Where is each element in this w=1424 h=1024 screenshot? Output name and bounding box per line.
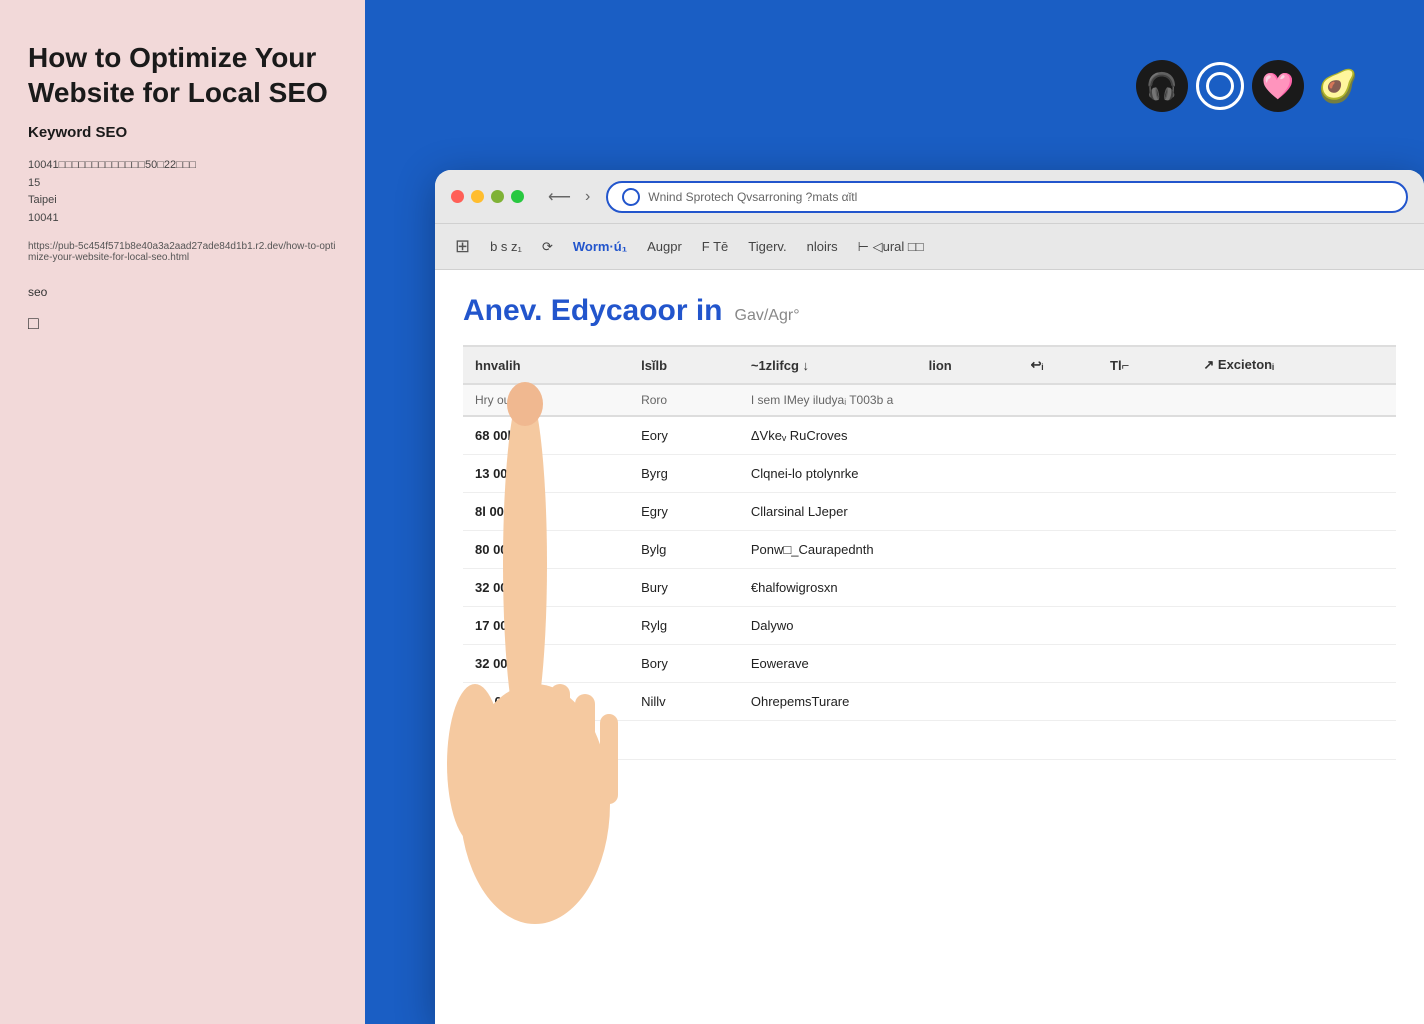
table-row: 32 00k• Bury €halfowigrosxn bbox=[463, 569, 1396, 607]
row-num: S0 00k• bbox=[463, 683, 629, 721]
row-c2: Dalywo bbox=[739, 607, 1396, 645]
row-c2: ΔVkeᵥ RuCroves bbox=[739, 416, 1396, 455]
back-button[interactable]: ⟵ bbox=[544, 185, 575, 209]
row-c1: Egry bbox=[629, 493, 739, 531]
row-num: 13 00k→ bbox=[463, 455, 629, 493]
browser-window: ⟵ › Wnind Sprotech Qvsarroning ?mats αǐt… bbox=[435, 170, 1424, 1024]
circle-icon bbox=[1196, 62, 1244, 110]
headphone-icon: 🎧 bbox=[1136, 60, 1188, 112]
top-icons: 🎧 🩷 🥑 bbox=[1136, 60, 1364, 112]
avocado-icon: 🥑 bbox=[1312, 60, 1364, 112]
row-c1 bbox=[629, 721, 739, 760]
table-row: 80 00k• Bylg Ponw□_Caurapednth bbox=[463, 531, 1396, 569]
tab-augpr[interactable]: Augpr bbox=[647, 235, 682, 258]
table-row: 8ⱻ 00k• bbox=[463, 721, 1396, 760]
nav-buttons: ⟵ › bbox=[544, 185, 594, 209]
tab-home[interactable]: ⊞ bbox=[455, 232, 470, 261]
table-row: 68 00k• Eory ΔVkeᵥ RuCroves bbox=[463, 416, 1396, 455]
row-c1: Bory bbox=[629, 645, 739, 683]
table-row: 17 004• Rylg Dalywo bbox=[463, 607, 1396, 645]
table-header-row: hnvalih lsǐlb ~1zlifcg ↓ lion ↩ᵢ Tl⌐ ↗ E… bbox=[463, 346, 1396, 384]
col-header-1: hnvalih bbox=[463, 346, 629, 384]
row-c1: Byrg bbox=[629, 455, 739, 493]
row-num: 68 00k• bbox=[463, 416, 629, 455]
tab-refresh[interactable]: ⟳ bbox=[542, 235, 553, 259]
col-header-4: lion bbox=[917, 346, 1019, 384]
row-c1: Bylg bbox=[629, 531, 739, 569]
green-button[interactable] bbox=[511, 190, 524, 203]
browser-icon bbox=[622, 188, 640, 206]
row-c1: Rylg bbox=[629, 607, 739, 645]
close-button[interactable] bbox=[451, 190, 464, 203]
tab-worm[interactable]: Worm·ú₁ bbox=[573, 235, 627, 258]
row-num: 32 00k• bbox=[463, 645, 629, 683]
col-header-3: ~1zlifcg ↓ bbox=[739, 346, 917, 384]
page-title: How to Optimize Your Website for Local S… bbox=[28, 40, 337, 110]
sidebar-icon: □ bbox=[28, 313, 337, 334]
row-c2: OhrepemsTurare bbox=[739, 683, 1396, 721]
address-bar[interactable]: Wnind Sprotech Qvsarroning ?mats αǐtl bbox=[606, 181, 1408, 213]
data-table: hnvalih lsǐlb ~1zlifcg ↓ lion ↩ᵢ Tl⌐ ↗ E… bbox=[463, 345, 1396, 760]
row-c2: €halfowigrosxn bbox=[739, 569, 1396, 607]
content-subheading: Gav/Agr° bbox=[735, 307, 800, 325]
row-num: 80 00k• bbox=[463, 531, 629, 569]
row-c2: Cllarsinal LJeper bbox=[739, 493, 1396, 531]
traffic-lights bbox=[451, 190, 524, 203]
row-c2 bbox=[739, 721, 1396, 760]
meta-info: 10041□□□□□□□□□□□□□50□22□□□ 15 Taipei 100… bbox=[28, 157, 337, 227]
sidebar: How to Optimize Your Website for Local S… bbox=[0, 0, 365, 1024]
row-c2: Ponw□_Caurapednth bbox=[739, 531, 1396, 569]
address-text: Wnind Sprotech Qvsarroning ?mats αǐtl bbox=[648, 190, 1392, 204]
browser-toolbar: ⟵ › Wnind Sprotech Qvsarroning ?mats αǐt… bbox=[435, 170, 1424, 224]
col-header-7: ↗ Excietonᵢ bbox=[1191, 346, 1396, 384]
tab-kural[interactable]: ⊢ ◁ural □□ bbox=[858, 235, 924, 259]
forward-button[interactable]: › bbox=[581, 185, 594, 209]
page-url: https://pub-5c454f571b8e40a3a2aad27ade84… bbox=[28, 241, 337, 263]
row-num: 17 004• bbox=[463, 607, 629, 645]
content-heading: Anev. Edycaoor in bbox=[463, 294, 723, 328]
row-num: 8ⱻ 00k• bbox=[463, 721, 629, 760]
row-num: 32 00k• bbox=[463, 569, 629, 607]
maximize-button[interactable] bbox=[491, 190, 504, 203]
row-c1: Eory bbox=[629, 416, 739, 455]
table-subheader-row: Hry ounĪ Roro I sem IMey iludyaᵢ T003b a bbox=[463, 384, 1396, 416]
table-row: 32 00k• Bory Eowerave bbox=[463, 645, 1396, 683]
tab-nloirs[interactable]: nloirs bbox=[807, 235, 838, 258]
row-c2: Clqnei-lo ptolynrke bbox=[739, 455, 1396, 493]
row-num: 8l 00k• bbox=[463, 493, 629, 531]
tab-tiger[interactable]: Tigerv. bbox=[748, 235, 786, 258]
subtitle: Keyword SEO bbox=[28, 124, 337, 141]
row-c1: Bury bbox=[629, 569, 739, 607]
heart-icon: 🩷 bbox=[1252, 60, 1304, 112]
main-area: 🎧 🩷 🥑 ⟵ › Wnind Sprotech Qvsarroning ?ma… bbox=[365, 0, 1424, 1024]
tab-bar: ⊞ b s z₁ ⟳ Worm·ú₁ Augpr F Tē Tigerv. nl… bbox=[435, 224, 1424, 270]
tab-fte[interactable]: F Tē bbox=[702, 235, 729, 258]
browser-content: Anev. Edycaoor in Gav/Agr° hnvalih lsǐlb… bbox=[435, 270, 1424, 1024]
table-row: S0 00k• Nillv OhrepemsTurare bbox=[463, 683, 1396, 721]
col-header-5: ↩ᵢ bbox=[1019, 346, 1098, 384]
row-c1: Nillv bbox=[629, 683, 739, 721]
row-c2: Eowerave bbox=[739, 645, 1396, 683]
tag-label: seo bbox=[28, 285, 337, 299]
minimize-button[interactable] bbox=[471, 190, 484, 203]
tab-bsz[interactable]: b s z₁ bbox=[490, 235, 522, 258]
table-row: 8l 00k• Egry Cllarsinal LJeper bbox=[463, 493, 1396, 531]
col-header-6: Tl⌐ bbox=[1098, 346, 1191, 384]
col-header-2: lsǐlb bbox=[629, 346, 739, 384]
table-row: 13 00k→ Byrg Clqnei-lo ptolynrke bbox=[463, 455, 1396, 493]
